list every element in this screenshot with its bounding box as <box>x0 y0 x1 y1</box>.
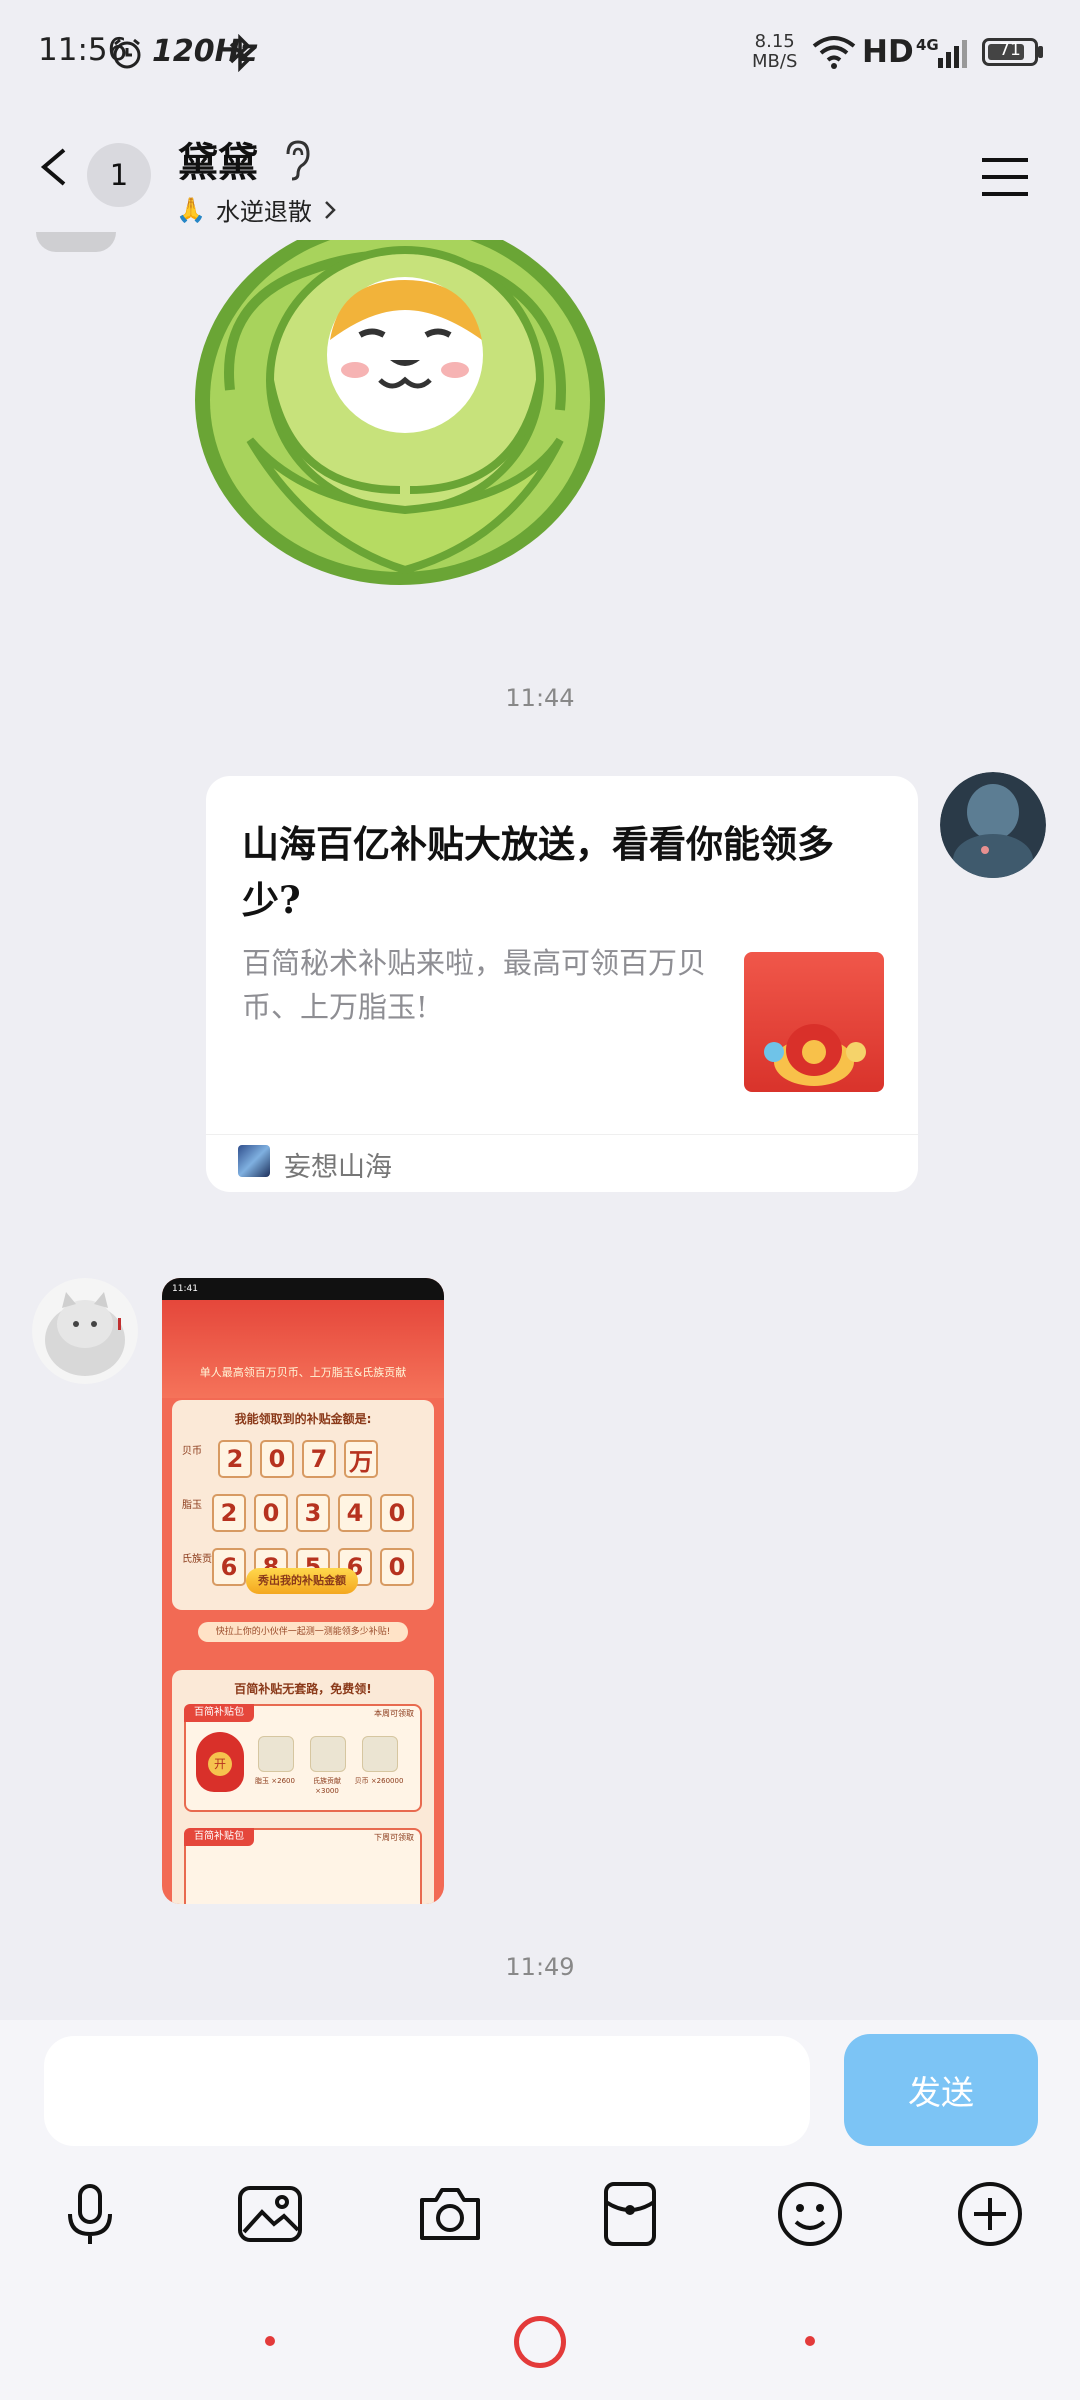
my-avatar[interactable] <box>940 772 1046 878</box>
image-message[interactable]: 11:41 单人最高领百万贝币、上万脂玉&氏族贡献 我能领取到的补贴金额是: 贝… <box>162 1278 444 1904</box>
signal-icon <box>938 40 967 68</box>
battery-icon: 71 <box>982 38 1038 66</box>
card-source-bar: 妄想山海 <box>206 1134 918 1192</box>
card-thumbnail <box>744 952 884 1092</box>
red-packet-icon[interactable] <box>594 2178 666 2250</box>
menu-icon[interactable] <box>980 156 1030 198</box>
image-banner: 单人最高领百万贝币、上万脂玉&氏族贡献 <box>162 1300 444 1398</box>
digit-row: 2 0 7 万 <box>218 1440 378 1478</box>
subsidy-pack: 百简补贴包 下周可领取 <box>184 1828 422 1904</box>
send-button[interactable]: 发送 <box>844 2034 1038 2146</box>
source-app-icon <box>238 1145 270 1177</box>
battery-tip <box>1038 46 1043 58</box>
sender-avatar[interactable] <box>32 1278 138 1384</box>
chevron-right-icon <box>325 200 336 219</box>
camera-icon[interactable] <box>414 2178 486 2250</box>
chat-header: 1 黛黛 🙏 水逆退散 <box>0 110 1080 245</box>
subtitle-text: 水逆退散 <box>215 198 312 226</box>
nav-recents-button[interactable] <box>805 2336 815 2346</box>
subsidy-pack: 百简补贴包 本周可领取 脂玉 ×2600 氏族贡献 ×3000 贝币 ×2600… <box>184 1704 422 1812</box>
jade-icon <box>258 1736 294 1772</box>
emoji-icon[interactable] <box>774 2178 846 2250</box>
card-title: 山海百亿补贴大放送，看看你能领多少? <box>242 822 834 922</box>
microphone-icon[interactable] <box>54 2178 126 2250</box>
plus-icon[interactable] <box>954 2178 1026 2250</box>
cabbage-dog-sticker[interactable] <box>190 240 610 600</box>
timestamp: 11:49 <box>505 1953 575 1981</box>
nav-back-button[interactable] <box>265 2336 275 2346</box>
hd-indicator: HD <box>862 34 914 70</box>
message-input[interactable] <box>44 2036 810 2146</box>
chat-title[interactable]: 黛黛 <box>178 130 258 188</box>
chat-subtitle[interactable]: 🙏 水逆退散 <box>176 192 338 227</box>
image-cta-button: 秀出我的补贴金额 <box>246 1568 358 1594</box>
alarm-icon <box>113 38 141 69</box>
coin-icon <box>362 1736 398 1772</box>
status-bar: 11:56 120Hz 8.15 MB/S HD 4G 71 <box>0 0 1080 110</box>
digit-row: 2 0 3 4 0 <box>212 1494 414 1532</box>
network-speed: 8.15 MB/S <box>752 31 798 72</box>
bluetooth-icon <box>229 34 251 72</box>
image-icon[interactable] <box>234 2178 306 2250</box>
card-description: 百简秘术补贴来啦，最高可领百万贝币、上万脂玉! <box>242 946 707 1024</box>
contribution-icon <box>310 1736 346 1772</box>
subsidy-bag-icon <box>764 1024 866 1086</box>
link-card-message[interactable]: 山海百亿补贴大放送，看看你能领多少? 百简秘术补贴来啦，最高可领百万贝币、上万脂… <box>206 776 918 1192</box>
timestamp: 11:44 <box>505 684 575 712</box>
sender-avatar-partial[interactable] <box>36 232 116 252</box>
image-packs-panel: 百简补贴无套路，免费领! 百简补贴包 本周可领取 脂玉 ×2600 氏族贡献 ×… <box>172 1670 434 1904</box>
back-arrow-icon[interactable] <box>36 148 74 186</box>
red-bag-icon <box>196 1732 244 1792</box>
nav-home-button[interactable] <box>514 2316 566 2368</box>
wifi-icon <box>812 36 856 69</box>
ear-icon[interactable] <box>280 138 314 182</box>
image-status-bar: 11:41 <box>162 1278 444 1300</box>
source-app-name: 妄想山海 <box>284 1152 392 1183</box>
pray-emoji-icon: 🙏 <box>176 195 206 224</box>
unread-count-badge[interactable]: 1 <box>87 143 151 207</box>
image-hint: 快拉上你的小伙伴一起测一测能领多少补贴! <box>198 1622 408 1642</box>
